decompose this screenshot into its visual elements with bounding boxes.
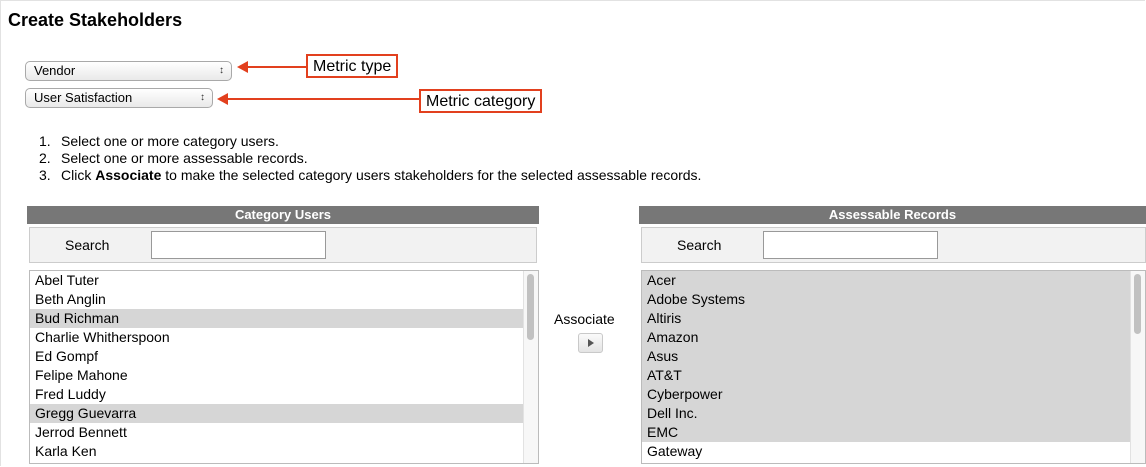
- step-text: to make the selected category users stak…: [161, 167, 702, 183]
- scrollbar-thumb[interactable]: [1134, 274, 1141, 334]
- select-arrows-icon: ↕: [200, 92, 205, 103]
- callout-arrow-line: [226, 98, 421, 100]
- page-title: Create Stakeholders: [8, 10, 183, 30]
- step-text-bold: Associate: [95, 167, 162, 183]
- category-users-header: Category Users: [27, 206, 539, 224]
- list-item[interactable]: Asus: [642, 347, 1145, 366]
- step-text: Select one or more category users.: [61, 133, 279, 149]
- metric-type-value: Vendor: [34, 63, 76, 78]
- instruction-step: 3. Click Associate to make the selected c…: [39, 167, 701, 184]
- list-item[interactable]: Felipe Mahone: [30, 366, 538, 385]
- list-item[interactable]: Altiris: [642, 309, 1145, 328]
- search-label: Search: [65, 237, 110, 253]
- list-item[interactable]: Bud Richman: [30, 309, 538, 328]
- category-users-items: Abel Tuter Beth Anglin Bud Richman Charlie …: [30, 271, 538, 461]
- list-item[interactable]: Abel Tuter: [30, 271, 538, 290]
- instructions-list: 1. Select one or more category users. 2. S…: [39, 133, 701, 184]
- step-number: 3.: [39, 167, 51, 183]
- search-label: Search: [677, 237, 722, 253]
- instruction-step: 1. Select one or more category users.: [39, 133, 701, 150]
- list-item[interactable]: AT&T: [642, 366, 1145, 385]
- metric-category-callout: Metric category: [419, 89, 543, 113]
- metric-type-callout: Metric type: [306, 54, 399, 78]
- step-number: 2.: [39, 150, 51, 166]
- list-item[interactable]: Acer: [642, 271, 1145, 290]
- metric-type-select[interactable]: Vendor ↕: [25, 61, 232, 81]
- category-users-search-input[interactable]: [151, 231, 326, 259]
- category-users-list[interactable]: Abel Tuter Beth Anglin Bud Richman Charlie …: [29, 270, 539, 464]
- select-arrows-icon: ↕: [219, 65, 224, 76]
- step-text: Click: [61, 167, 96, 183]
- list-item[interactable]: Cyberpower: [642, 385, 1145, 404]
- scrollbar-thumb[interactable]: [527, 274, 534, 340]
- assessable-records-header: Assessable Records: [639, 206, 1146, 224]
- category-users-search-bar: Search: [29, 227, 537, 263]
- step-number: 1.: [39, 133, 51, 149]
- list-item[interactable]: Adobe Systems: [642, 290, 1145, 309]
- instruction-step: 2. Select one or more assessable records.: [39, 150, 701, 167]
- callout-arrow-line: [246, 66, 308, 68]
- list-item[interactable]: EMC: [642, 423, 1145, 442]
- assessable-records-list[interactable]: Acer Adobe Systems Altiris Amazon Asus AT&T Cy…: [641, 270, 1146, 464]
- associate-label: Associate: [554, 311, 615, 327]
- list-item[interactable]: Karla Ken: [30, 442, 538, 461]
- play-arrow-icon: [588, 339, 594, 347]
- category-users-scrollbar[interactable]: [523, 271, 538, 463]
- list-item[interactable]: Fred Luddy: [30, 385, 538, 404]
- assessable-records-scrollbar[interactable]: [1130, 271, 1145, 463]
- list-item[interactable]: Ed Gompf: [30, 347, 538, 366]
- list-item[interactable]: Gateway: [642, 442, 1145, 461]
- associate-button[interactable]: [578, 333, 603, 353]
- assessable-records-search-bar: Search: [641, 227, 1146, 263]
- metric-category-select[interactable]: User Satisfaction ↕: [25, 88, 213, 108]
- list-item[interactable]: Dell Inc.: [642, 404, 1145, 423]
- assessable-records-search-input[interactable]: [763, 231, 938, 259]
- metric-category-value: User Satisfaction: [34, 90, 133, 105]
- step-text: Select one or more assessable records.: [61, 150, 308, 166]
- assessable-records-items: Acer Adobe Systems Altiris Amazon Asus AT&T Cy…: [642, 271, 1145, 461]
- list-item[interactable]: Charlie Whitherspoon: [30, 328, 538, 347]
- list-item[interactable]: Amazon: [642, 328, 1145, 347]
- list-item[interactable]: Beth Anglin: [30, 290, 538, 309]
- list-item[interactable]: Gregg Guevarra: [30, 404, 538, 423]
- list-item[interactable]: Jerrod Bennett: [30, 423, 538, 442]
